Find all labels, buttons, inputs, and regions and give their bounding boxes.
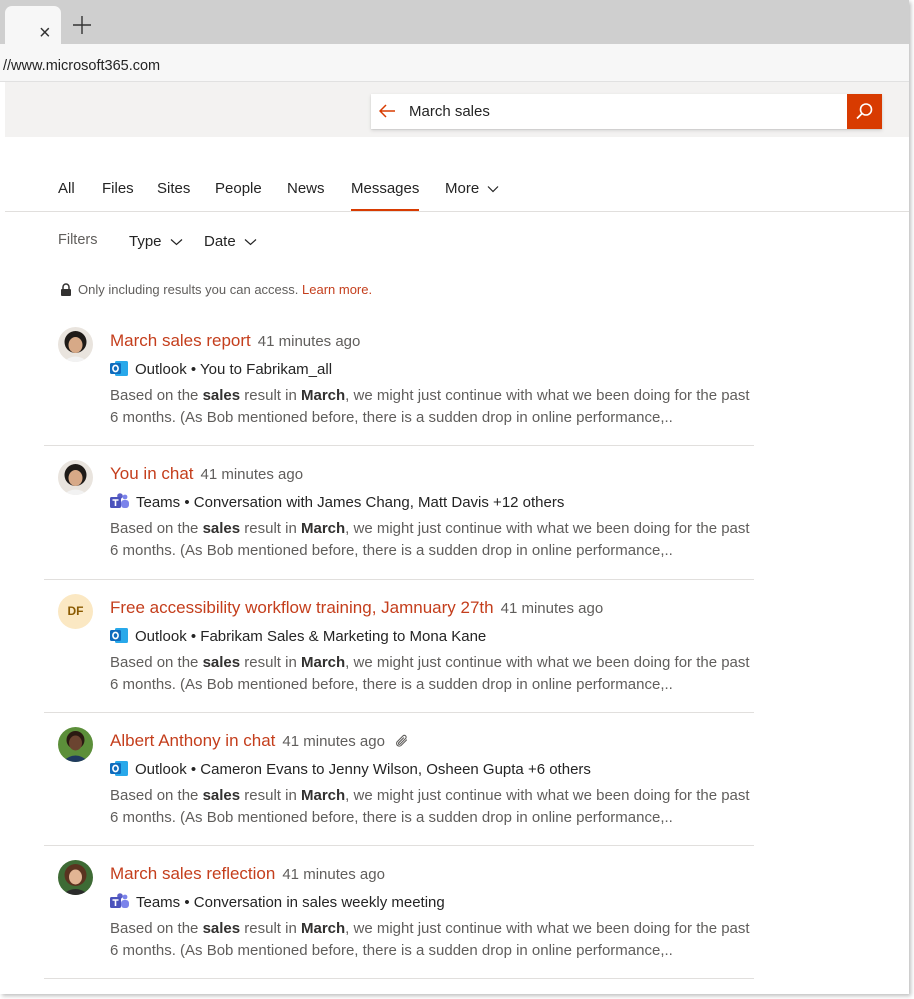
result-title-link[interactable]: You in chat xyxy=(110,464,194,483)
outlook-icon xyxy=(110,760,128,776)
avatar xyxy=(58,327,93,362)
snippet-highlight: sales xyxy=(202,786,241,804)
avatar xyxy=(58,460,93,496)
chevron-down-icon xyxy=(170,239,182,246)
access-notice-text: Only including results you can access. xyxy=(78,282,299,297)
result-source: Outlook • Fabrikam Sales & Marketing to … xyxy=(135,627,487,645)
tab-files[interactable]: Files xyxy=(102,180,134,197)
new-tab-icon[interactable] xyxy=(70,13,94,37)
result-title-link[interactable]: Free accessibility workflow training, Ja… xyxy=(110,598,494,617)
teams-icon xyxy=(110,893,129,909)
search-input[interactable] xyxy=(409,94,839,129)
chevron-down-icon xyxy=(487,186,499,193)
snippet-text: result in xyxy=(240,920,301,938)
result-time: 41 minutes ago xyxy=(500,599,604,617)
snippet-text: result in xyxy=(240,786,301,804)
result-title-link[interactable]: March sales report xyxy=(110,331,251,350)
result-time: 41 minutes ago xyxy=(282,732,385,750)
list-item[interactable]: Albert Anthony in chat 41 minutes ago Out… xyxy=(44,713,754,847)
snippet-highlight: March xyxy=(300,520,346,538)
tab-more-label: More xyxy=(445,180,480,197)
list-item[interactable]: DF Free accessibility workflow training,… xyxy=(44,580,754,713)
attachment-icon xyxy=(396,734,408,747)
list-item[interactable]: You in chat 41 minutes ago Teams • Conver… xyxy=(44,446,754,580)
search-button[interactable] xyxy=(847,94,882,129)
address-bar[interactable]: //www.microsoft365.com xyxy=(0,44,909,82)
teams-icon xyxy=(110,493,129,509)
type-filter-dropdown[interactable]: Type xyxy=(129,233,183,250)
lock-icon xyxy=(61,283,71,296)
snippet-text: result in xyxy=(240,653,301,671)
list-item[interactable]: March sales reflection 41 minutes ago Tea… xyxy=(44,846,754,980)
browser-tab[interactable]: × xyxy=(5,6,61,44)
snippet-text: Based on the xyxy=(110,387,203,404)
search-icon xyxy=(856,103,873,120)
tab-people[interactable]: People xyxy=(215,180,262,197)
avatar xyxy=(58,860,93,896)
snippet-text: result in xyxy=(240,520,301,538)
result-snippet: Based on the sales result in March, we m… xyxy=(110,652,750,696)
avatar: DF xyxy=(58,593,93,629)
snippet-text: Based on the xyxy=(110,786,203,804)
result-time: 41 minutes ago xyxy=(282,866,385,884)
result-source: Teams • Conversation in sales weekly mee… xyxy=(136,894,445,912)
outlook-icon xyxy=(110,361,128,376)
back-arrow-icon[interactable] xyxy=(377,101,397,121)
filters-label: Filters xyxy=(58,232,98,248)
learn-more-link[interactable]: Learn more. xyxy=(302,282,372,297)
snippet-highlight: March xyxy=(300,786,346,804)
avatar xyxy=(58,726,93,762)
search-box[interactable] xyxy=(371,94,882,129)
date-filter-dropdown[interactable]: Date xyxy=(204,233,257,250)
result-snippet: Based on the sales result in March, we m… xyxy=(110,785,750,829)
snippet-highlight: March xyxy=(300,920,346,938)
result-title-link[interactable]: Albert Anthony in chat xyxy=(110,731,275,750)
outlook-icon xyxy=(110,627,128,643)
snippet-text: Based on the xyxy=(110,520,203,538)
snippet-text: result in xyxy=(240,387,301,404)
result-snippet: Based on the sales result in March, we m… xyxy=(110,385,750,429)
result-title-link[interactable]: March sales reflection xyxy=(110,864,275,883)
tab-more[interactable]: More xyxy=(445,180,499,197)
result-time: 41 minutes ago xyxy=(257,333,361,350)
snippet-highlight: sales xyxy=(202,387,241,404)
snippet-highlight: sales xyxy=(202,920,241,938)
list-item[interactable]: March sales report 41 minutes ago Outlook… xyxy=(44,313,754,447)
chevron-down-icon xyxy=(244,239,257,246)
result-source: Outlook • Cameron Evans to Jenny Wilson,… xyxy=(135,760,591,778)
tab-messages[interactable]: Messages xyxy=(351,180,419,197)
snippet-text: Based on the xyxy=(110,653,203,671)
tab-all[interactable]: All xyxy=(58,180,75,197)
close-tab-icon[interactable]: × xyxy=(39,23,51,43)
snippet-text: Based on the xyxy=(110,920,203,938)
access-notice: Only including results you can access. L… xyxy=(60,282,372,297)
result-snippet: Based on the sales result in March, we m… xyxy=(110,518,750,562)
results-list: March sales report 41 minutes ago Outlook… xyxy=(44,313,754,980)
browser-window: × //www.microsoft365.com All Files Sites… xyxy=(0,0,909,994)
type-filter-label: Type xyxy=(129,233,162,250)
tab-news[interactable]: News xyxy=(287,180,325,197)
date-filter-label: Date xyxy=(204,233,236,250)
results-tabs: All Files Sites People News Messages Mor… xyxy=(5,166,909,212)
tab-strip: × xyxy=(0,0,909,44)
result-snippet: Based on the sales result in March, we m… xyxy=(110,918,750,962)
result-time: 41 minutes ago xyxy=(200,466,304,484)
snippet-highlight: March xyxy=(300,653,346,671)
result-source: Teams • Conversation with James Chang, M… xyxy=(136,494,565,512)
active-tab-indicator xyxy=(351,209,419,211)
result-source: Outlook • You to Fabrikam_all xyxy=(135,361,333,378)
snippet-highlight: sales xyxy=(202,520,241,538)
address-url[interactable]: //www.microsoft365.com xyxy=(3,58,160,74)
snippet-highlight: March xyxy=(300,387,346,404)
tab-sites[interactable]: Sites xyxy=(157,180,190,197)
snippet-highlight: sales xyxy=(202,653,241,671)
